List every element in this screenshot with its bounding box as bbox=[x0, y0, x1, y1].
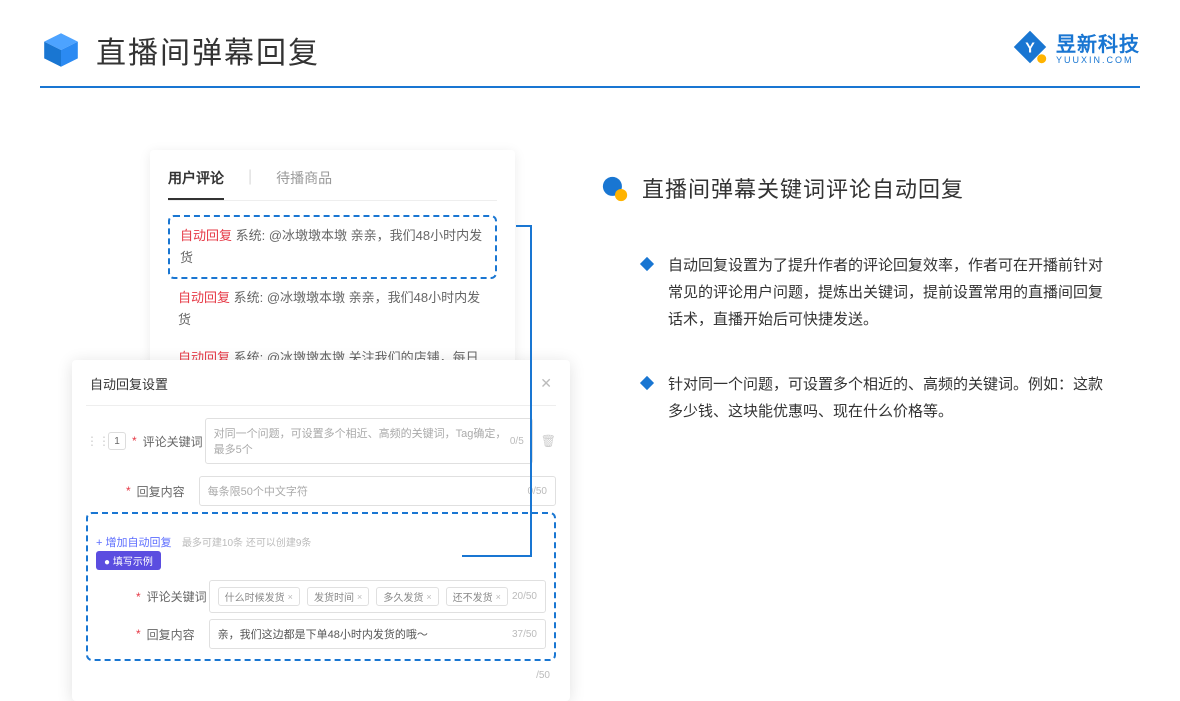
keyword-counter: 0/5 bbox=[510, 436, 524, 447]
tab-divider: | bbox=[248, 168, 252, 200]
tag-chip[interactable]: 什么时候发货× bbox=[218, 587, 300, 606]
example-content-input[interactable]: 亲，我们这边都是下单48小时内发货的哦～ 37/50 bbox=[209, 619, 546, 649]
required-dot: * bbox=[132, 434, 137, 448]
field-label-keyword: 评论关键词 bbox=[143, 433, 205, 450]
keyword-input[interactable]: 对同一个问题，可设置多个相近、高频的关键词，Tag确定，最多5个 0/5 bbox=[205, 418, 533, 464]
section-title: 直播间弹幕关键词评论自动回复 bbox=[642, 172, 1142, 204]
outer-counter: /50 bbox=[536, 670, 550, 681]
form-row-keyword: ⋮⋮ 1 * 评论关键词 对同一个问题，可设置多个相近、高频的关键词，Tag确定… bbox=[86, 418, 556, 464]
bullet-item: 自动回复设置为了提升作者的评论回复效率，作者可在开播前针对常见的评论用户问题，提… bbox=[602, 252, 1142, 333]
brand-name: 昱新科技 bbox=[1056, 34, 1140, 56]
right-column: 直播间弹幕关键词评论自动回复 自动回复设置为了提升作者的评论回复效率，作者可在开… bbox=[602, 172, 1142, 463]
example-keyword-input[interactable]: 什么时候发货× 发货时间× 多久发货× 还不发货× 20/50 bbox=[209, 580, 546, 613]
tag-chip[interactable]: 多久发货× bbox=[376, 587, 438, 606]
example-content-counter: 37/50 bbox=[512, 629, 537, 640]
connector-line bbox=[462, 555, 532, 557]
add-auto-reply-link[interactable]: + 增加自动回复 bbox=[96, 534, 171, 550]
keyword-placeholder: 对同一个问题，可设置多个相近、高频的关键词，Tag确定，最多5个 bbox=[214, 425, 510, 457]
cube-icon bbox=[40, 29, 82, 71]
tag-remove-icon[interactable]: × bbox=[357, 592, 362, 602]
bullet-item: 针对同一个问题，可设置多个相近的、高频的关键词。例如：这款多少钱、这块能优惠吗、… bbox=[602, 371, 1142, 425]
example-box: + 增加自动回复 最多可建10条 还可以创建9条 ● 填写示例 * 评论关键词 … bbox=[86, 512, 556, 661]
svg-text:Y: Y bbox=[1025, 40, 1035, 56]
tag-chip[interactable]: 发货时间× bbox=[307, 587, 369, 606]
auto-reply-badge: 自动回复 bbox=[180, 228, 232, 243]
tab-pending-goods[interactable]: 待播商品 bbox=[276, 168, 332, 200]
field-label-content: 回复内容 bbox=[137, 483, 199, 500]
tab-user-comments[interactable]: 用户评论 bbox=[168, 168, 224, 200]
bullet-text: 自动回复设置为了提升作者的评论回复效率，作者可在开播前针对常见的评论用户问题，提… bbox=[668, 252, 1108, 333]
connector-line bbox=[530, 225, 532, 555]
brand-sub: YUUXIN.COM bbox=[1056, 55, 1140, 65]
brand-logo-icon: Y bbox=[1012, 29, 1048, 65]
bullet-text: 针对同一个问题，可设置多个相近的、高频的关键词。例如：这款多少钱、这块能优惠吗、… bbox=[668, 371, 1108, 425]
diamond-icon bbox=[640, 257, 654, 271]
add-hint: 最多可建10条 还可以创建9条 bbox=[182, 538, 311, 549]
content-placeholder: 每条限50个中文字符 bbox=[208, 483, 308, 499]
auto-reply-badge: 自动回复 bbox=[178, 290, 230, 305]
example-content-label: 回复内容 bbox=[147, 626, 209, 643]
form-row-content: * 回复内容 每条限50个中文字符 0/50 bbox=[86, 476, 556, 506]
required-dot: * bbox=[136, 590, 141, 604]
comment-item: 自动回复 系统: @冰墩墩本墩 亲亲，我们48小时内发货 bbox=[168, 279, 497, 339]
page-title: 直播间弹幕回复 bbox=[96, 28, 320, 72]
diamond-icon bbox=[640, 376, 654, 390]
chat-icon bbox=[602, 176, 628, 202]
tag-container: 什么时候发货× 发货时间× 多久发货× 还不发货× bbox=[218, 587, 512, 606]
example-content-text: 亲，我们这边都是下单48小时内发货的哦～ bbox=[218, 626, 428, 642]
settings-card: 自动回复设置 ✕ ⋮⋮ 1 * 评论关键词 对同一个问题，可设置多个相近、高频的… bbox=[72, 360, 570, 701]
comment-item-highlight: 自动回复 系统: @冰墩墩本墩 亲亲，我们48小时内发货 bbox=[168, 215, 497, 279]
required-dot: * bbox=[126, 484, 131, 498]
example-keyword-counter: 20/50 bbox=[512, 591, 537, 602]
row-number: 1 bbox=[108, 432, 126, 450]
comments-tabs: 用户评论 | 待播商品 bbox=[168, 168, 497, 201]
trash-icon[interactable]: 🗑 bbox=[541, 434, 556, 448]
example-badge: ● 填写示例 bbox=[96, 551, 161, 570]
tag-remove-icon[interactable]: × bbox=[496, 592, 501, 602]
tag-chip[interactable]: 还不发货× bbox=[446, 587, 508, 606]
settings-title: 自动回复设置 bbox=[90, 374, 168, 393]
required-dot: * bbox=[136, 627, 141, 641]
content-input[interactable]: 每条限50个中文字符 0/50 bbox=[199, 476, 556, 506]
brand-logo-block: Y 昱新科技 YUUXIN.COM bbox=[1012, 28, 1140, 65]
close-icon[interactable]: ✕ bbox=[540, 375, 552, 392]
bullet-list: 自动回复设置为了提升作者的评论回复效率，作者可在开播前针对常见的评论用户问题，提… bbox=[602, 252, 1142, 425]
tag-remove-icon[interactable]: × bbox=[288, 592, 293, 602]
example-keyword-label: 评论关键词 bbox=[147, 588, 209, 605]
header-divider bbox=[40, 86, 1140, 88]
drag-icon[interactable]: ⋮⋮ bbox=[86, 434, 102, 448]
tag-remove-icon[interactable]: × bbox=[426, 592, 431, 602]
